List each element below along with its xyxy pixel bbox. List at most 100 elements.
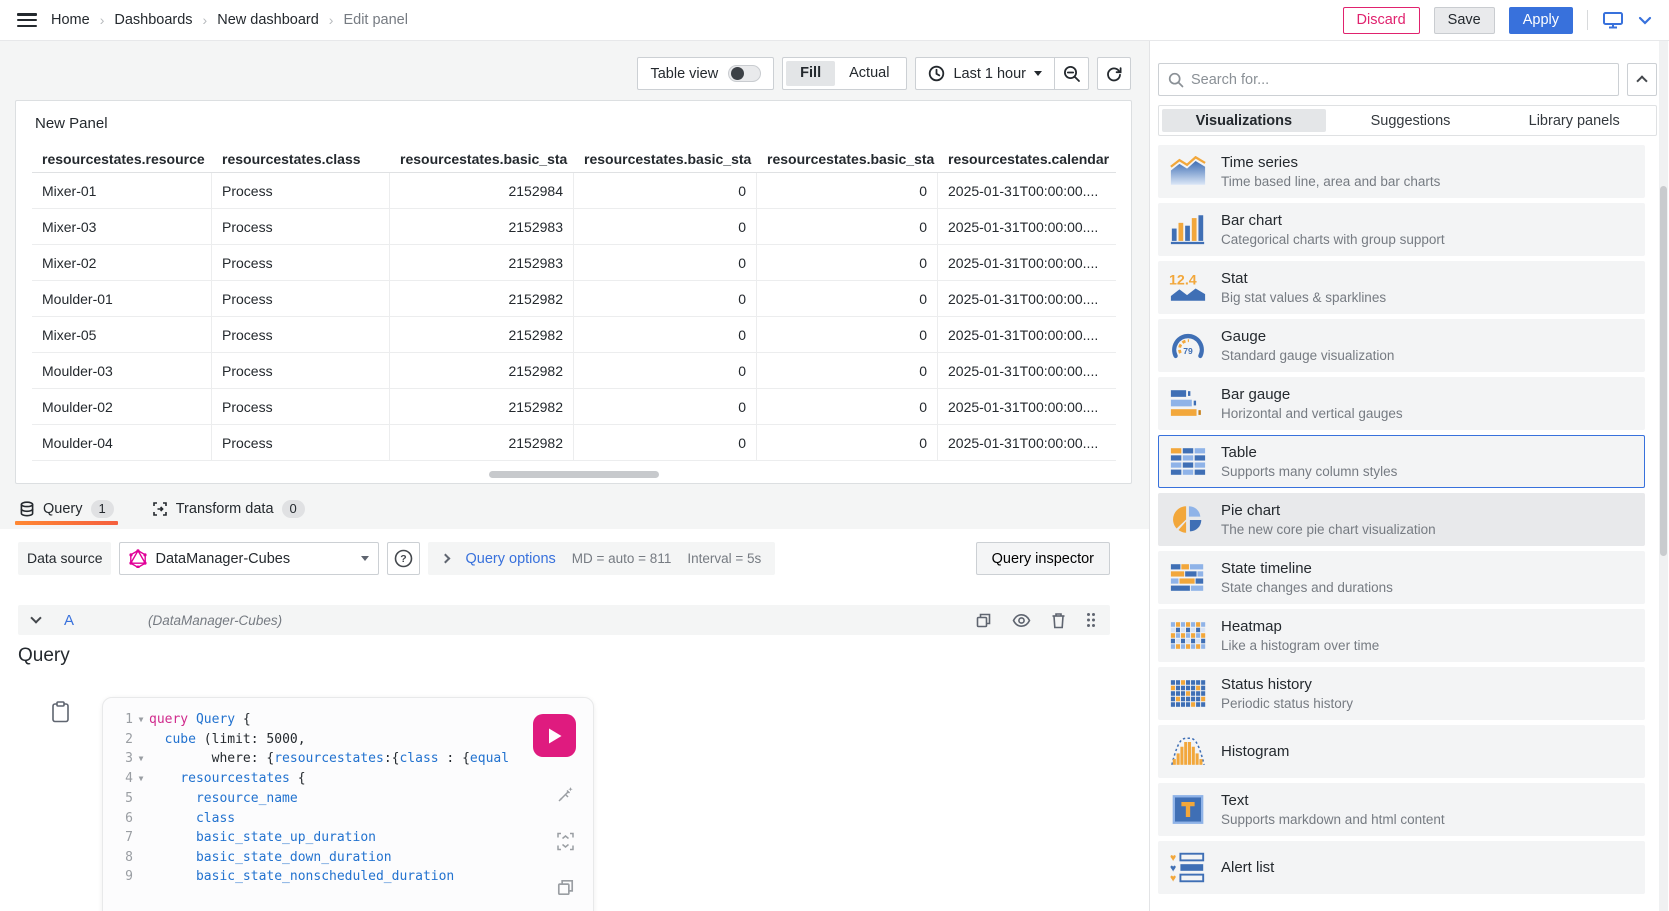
code-line[interactable]: 1▼query Query { [103, 710, 593, 730]
apply-button[interactable]: Apply [1509, 7, 1573, 34]
viz-item-title: Alert list [1221, 859, 1274, 876]
sidebar-scrollbar-track[interactable] [1659, 41, 1668, 911]
table-row[interactable]: Mixer-01Process2152984002025-01-31T00:00… [32, 173, 1116, 209]
viz-item-histogram[interactable]: Histogram [1158, 725, 1645, 778]
table-row[interactable]: Moulder-01Process2152982002025-01-31T00:… [32, 281, 1116, 317]
tab-transform-data[interactable]: Transform data 0 [148, 492, 309, 525]
datasource-picker[interactable]: DataManager-Cubes [119, 542, 379, 575]
table-cell: 0 [574, 209, 757, 244]
viz-item-time-series[interactable]: Time seriesTime based line, area and bar… [1158, 145, 1645, 198]
column-header[interactable]: resourcestates.basic_sta [390, 151, 574, 167]
code-line[interactable]: 7 basic_state_up_duration [103, 828, 593, 847]
viz-item-gauge[interactable]: 79GaugeStandard gauge visualization [1158, 319, 1645, 372]
viz-item-state-timeline[interactable]: State timelineState changes and duration… [1158, 551, 1645, 604]
collapse-code-icon[interactable] [555, 831, 576, 852]
table-row[interactable]: Moulder-03Process2152982002025-01-31T00:… [32, 353, 1116, 389]
fold-caret-icon[interactable]: ▼ [133, 769, 149, 789]
drag-handle-icon[interactable] [1086, 612, 1096, 628]
table-cell: 0 [757, 353, 938, 388]
chevron-down-icon[interactable] [1638, 16, 1652, 25]
table-row[interactable]: Moulder-04Process2152982002025-01-31T00:… [32, 425, 1116, 461]
actual-option[interactable]: Actual [835, 61, 903, 86]
viz-item-title: Stat [1221, 270, 1386, 287]
viz-item-heatmap[interactable]: HeatmapLike a histogram over time [1158, 609, 1645, 662]
table-cell: 2152983 [390, 209, 574, 244]
query-inspector-button[interactable]: Query inspector [976, 542, 1110, 575]
code-line[interactable]: 6 class [103, 809, 593, 828]
tab-suggestions[interactable]: Suggestions [1329, 106, 1493, 135]
viz-item-stat[interactable]: 12.4StatBig stat values & sparklines [1158, 261, 1645, 314]
delete-query-trash-icon[interactable] [1051, 612, 1066, 629]
breadcrumb-item[interactable]: Home [51, 12, 90, 28]
refresh-button[interactable] [1097, 57, 1131, 90]
code-line[interactable]: 9 basic_state_nonscheduled_duration [103, 867, 593, 886]
code-line[interactable]: 5 resource_name [103, 789, 593, 808]
viz-item-description: State changes and durations [1221, 580, 1393, 595]
viz-item-bar-chart[interactable]: Bar chartCategorical charts with group s… [1158, 203, 1645, 256]
viz-item-text[interactable]: TextSupports markdown and html content [1158, 783, 1645, 836]
code-lines[interactable]: 1▼query Query {2 cube (limit: 5000,3▼ wh… [103, 710, 593, 886]
table-row[interactable]: Mixer-02Process2152983002025-01-31T00:00… [32, 245, 1116, 281]
code-line[interactable]: 3▼ where: {resourcestates:{class : {equa… [103, 749, 593, 769]
table-cell: 0 [574, 425, 757, 460]
breadcrumb-item[interactable]: Dashboards [114, 12, 192, 28]
column-header[interactable]: resourcestates.class [212, 151, 390, 167]
toggle-switch-icon[interactable] [728, 65, 761, 82]
fold-caret-icon[interactable]: ▼ [133, 710, 149, 730]
column-header[interactable]: resourcestates.calendar [938, 151, 1116, 167]
time-range-picker[interactable]: Last 1 hour [916, 58, 1054, 89]
table-row[interactable]: Moulder-02Process2152982002025-01-31T00:… [32, 389, 1116, 425]
horizontal-scrollbar[interactable] [489, 471, 659, 478]
collapse-chevron-icon[interactable] [30, 612, 41, 623]
code-line[interactable]: 8 basic_state_down_duration [103, 848, 593, 867]
table-row[interactable]: Mixer-05Process2152982002025-01-31T00:00… [32, 317, 1116, 353]
tab-query[interactable]: Query 1 [15, 492, 118, 525]
top-nav: Home›Dashboards›New dashboard›Edit panel… [0, 0, 1669, 41]
menu-icon[interactable] [17, 13, 37, 27]
search-box[interactable] [1158, 63, 1619, 96]
time-range-label: Last 1 hour [953, 66, 1026, 82]
query-row-header[interactable]: A (DataManager-Cubes) [18, 605, 1110, 635]
query-options-link[interactable]: Query options [465, 551, 555, 567]
table-view-toggle[interactable]: Table view [637, 57, 774, 90]
run-query-button[interactable] [533, 714, 576, 757]
format-wand-icon[interactable] [555, 784, 576, 805]
viz-item-bar-gauge[interactable]: Bar gaugeHorizontal and vertical gauges [1158, 377, 1645, 430]
hide-query-eye-icon[interactable] [1012, 613, 1031, 628]
visualization-list: Time seriesTime based line, area and bar… [1158, 145, 1659, 894]
copy-code-icon[interactable] [556, 878, 575, 897]
help-button[interactable]: ? [387, 542, 420, 575]
fill-option[interactable]: Fill [786, 61, 835, 86]
search-input[interactable] [1191, 72, 1609, 88]
code-line[interactable]: 4▼ resourcestates { [103, 769, 593, 789]
viz-item-pie-chart[interactable]: Pie chartThe new core pie chart visualiz… [1158, 493, 1645, 546]
column-header[interactable]: resourcestates.basic_sta [757, 151, 938, 167]
query-ref-id[interactable]: A [64, 612, 74, 629]
discard-button[interactable]: Discard [1343, 7, 1420, 34]
tab-visualizations[interactable]: Visualizations [1162, 109, 1326, 132]
table-row[interactable]: Mixer-03Process2152983002025-01-31T00:00… [32, 209, 1116, 245]
viz-item-status-history[interactable]: Status historyPeriodic status history [1158, 667, 1645, 720]
collapse-pane-button[interactable] [1627, 63, 1657, 96]
viz-item-alert-list[interactable]: ♥♥♥Alert list [1158, 841, 1645, 894]
column-header[interactable]: resourcestates.basic_sta [574, 151, 757, 167]
line-number: 4 [103, 769, 133, 789]
fold-caret-icon[interactable]: ▼ [133, 749, 149, 769]
table-body: Mixer-01Process2152984002025-01-31T00:00… [16, 173, 1131, 461]
tab-library-panels[interactable]: Library panels [1492, 106, 1656, 135]
code-line[interactable]: 2 cube (limit: 5000, [103, 730, 593, 749]
graphql-code-editor[interactable]: 1▼query Query {2 cube (limit: 5000,3▼ wh… [102, 697, 594, 911]
viz-item-table[interactable]: TableSupports many column styles [1158, 435, 1645, 488]
duplicate-query-icon[interactable] [975, 612, 992, 629]
query-options-bar[interactable]: Query options MD = auto = 811 Interval =… [428, 542, 775, 575]
monitor-icon[interactable] [1602, 10, 1624, 30]
line-number: 6 [103, 809, 133, 828]
zoom-out-button[interactable] [1054, 58, 1088, 89]
sidebar-scrollbar-thumb[interactable] [1660, 186, 1667, 556]
column-header[interactable]: resourcestates.resource [32, 151, 212, 167]
clipboard-icon[interactable] [51, 701, 70, 911]
viz-item-text: Bar gaugeHorizontal and vertical gauges [1221, 386, 1403, 421]
breadcrumb-item[interactable]: New dashboard [217, 12, 319, 28]
save-button[interactable]: Save [1434, 7, 1495, 34]
viz-item-text: Pie chartThe new core pie chart visualiz… [1221, 502, 1436, 537]
